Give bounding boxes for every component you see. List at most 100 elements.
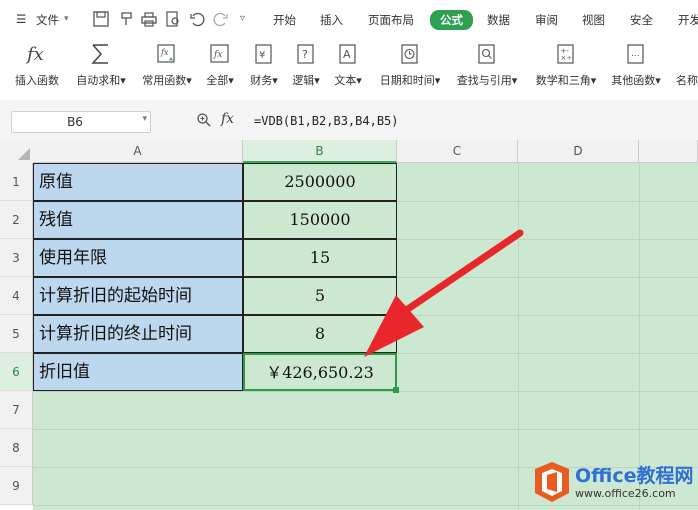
column-header-c[interactable]: C [397, 140, 518, 163]
date-time-button[interactable]: 日期和时间▾ [374, 40, 446, 96]
row-header-1[interactable]: 1 [0, 163, 33, 201]
gridline [33, 391, 698, 392]
row-header-9[interactable]: 9 [0, 467, 33, 505]
row-header-2[interactable]: 2 [0, 201, 33, 239]
menu-bar: ☰ 文件 ▾ ▿ 开始 插入 页面布局 公式 数据 审阅 视图 安全 开发 [0, 0, 698, 38]
select-all-corner[interactable] [0, 140, 34, 164]
watermark-brand: Office教程网 [575, 465, 694, 487]
file-menu[interactable]: 文件 [36, 12, 59, 28]
more-functions-button[interactable]: ... 其他函数▾ [606, 40, 666, 96]
format-painter-icon[interactable] [118, 10, 136, 28]
redo-icon[interactable] [212, 10, 230, 28]
column-header-d[interactable]: D [518, 140, 639, 163]
tab-formulas[interactable]: 公式 [430, 10, 473, 30]
tab-home[interactable]: 开始 [273, 12, 296, 28]
formulas-ribbon: fx 插入函数 自动求和▾ fx 常用函数▾ fx 全部▾ ¥ 财务▾ ? 逻辑… [0, 38, 698, 101]
save-icon[interactable] [92, 10, 110, 28]
row-header-7[interactable]: 7 [0, 391, 33, 429]
column-header-e[interactable] [639, 140, 698, 163]
search-reference-icon [478, 44, 495, 64]
svg-text:?: ? [302, 48, 308, 61]
svg-text:...: ... [631, 49, 640, 59]
tab-insert[interactable]: 插入 [320, 12, 343, 28]
name-manager-button[interactable]: 名称 [676, 40, 698, 96]
autosum-label: 自动求和 [76, 74, 121, 87]
finance-book-icon: ¥ [255, 44, 272, 64]
watermark-url: www.office26.com [575, 487, 676, 500]
logic-question-icon: ? [297, 44, 314, 64]
chevron-down-icon[interactable]: ▾ [142, 114, 147, 124]
lookup-reference-label: 查找与引用 [456, 74, 512, 87]
print-preview-icon[interactable] [164, 10, 182, 28]
svg-text:fx: fx [160, 48, 169, 57]
all-functions-icon: fx [210, 44, 229, 63]
finance-label: 财务 [250, 74, 273, 87]
name-manager-label: 名称 [676, 74, 698, 87]
zoom-search-icon[interactable] [196, 112, 212, 128]
customize-dropdown-icon[interactable]: ▿ [240, 13, 245, 24]
all-functions-label: 全部 [206, 74, 229, 87]
office26-watermark: Office教程网 www.office26.com [533, 459, 695, 507]
common-functions-button[interactable]: fx 常用函数▾ [136, 40, 198, 96]
formula-bar: B6 ▾ fx =VDB(B1,B2,B3,B4,B5) [0, 100, 698, 141]
text-button[interactable]: A 文本▾ [328, 40, 368, 96]
tab-view[interactable]: 视图 [582, 12, 605, 28]
undo-icon[interactable] [188, 10, 206, 28]
row-header-8[interactable]: 8 [0, 429, 33, 467]
annotation-arrow-icon [364, 229, 524, 357]
chevron-down-icon[interactable]: ▾ [64, 14, 69, 24]
tab-security[interactable]: 安全 [630, 12, 653, 28]
name-box[interactable]: B6 ▾ [11, 111, 151, 133]
math-trig-icon: +-×÷ [557, 44, 574, 64]
cell-a3[interactable]: 使用年限 [33, 239, 243, 277]
autosum-button[interactable]: 自动求和▾ [70, 40, 132, 96]
svg-text:fx: fx [213, 50, 222, 60]
more-functions-icon: ... [627, 44, 644, 64]
column-header-a[interactable]: A [33, 140, 243, 163]
fx-button[interactable]: fx [221, 111, 234, 127]
tab-page-layout[interactable]: 页面布局 [368, 12, 414, 28]
svg-text:¥: ¥ [259, 50, 265, 61]
logic-button[interactable]: ? 逻辑▾ [286, 40, 326, 96]
office-logo-icon [535, 462, 569, 502]
math-trig-label: 数学和三角 [535, 74, 591, 87]
row-header-3[interactable]: 3 [0, 239, 33, 277]
common-functions-label: 常用函数 [142, 74, 187, 87]
text-label: 文本 [334, 74, 357, 87]
print-icon[interactable] [140, 10, 158, 28]
cell-a1[interactable]: 原值 [33, 163, 243, 201]
row-header-6[interactable]: 6 [0, 353, 33, 391]
fill-handle[interactable] [393, 387, 399, 393]
logic-label: 逻辑 [292, 74, 315, 87]
math-trig-button[interactable]: +- ×÷ 数学和三角▾ [528, 40, 604, 96]
cell-reference: B6 [67, 115, 83, 129]
date-time-label: 日期和时间 [379, 74, 435, 87]
clock-icon [401, 44, 418, 64]
svg-text:fx: fx [25, 44, 44, 65]
hamburger-icon[interactable]: ☰ [16, 12, 26, 26]
cell-b1[interactable]: 2500000 [243, 163, 397, 201]
column-header-b[interactable]: B [243, 140, 397, 163]
formula-input[interactable]: =VDB(B1,B2,B3,B4,B5) [254, 114, 399, 128]
gridline [639, 163, 640, 510]
tab-data[interactable]: 数据 [487, 12, 510, 28]
cell-a6[interactable]: 折旧值 [33, 353, 243, 391]
insert-function-button[interactable]: fx 插入函数 [8, 40, 66, 96]
finance-button[interactable]: ¥ 财务▾ [244, 40, 284, 96]
star-function-icon: fx [157, 44, 175, 63]
more-functions-label: 其他函数 [611, 74, 656, 87]
lookup-reference-button[interactable]: 查找与引用▾ [450, 40, 524, 96]
text-a-icon: A [339, 44, 356, 64]
cell-a5[interactable]: 计算折旧的终止时间 [33, 315, 243, 353]
svg-text:A: A [343, 48, 351, 61]
svg-text:×÷: ×÷ [561, 54, 573, 62]
sigma-icon [91, 44, 108, 64]
row-header-5[interactable]: 5 [0, 315, 33, 353]
row-header-4[interactable]: 4 [0, 277, 33, 315]
cell-a2[interactable]: 残值 [33, 201, 243, 239]
cell-a4[interactable]: 计算折旧的起始时间 [33, 277, 243, 315]
corner-triangle-icon [18, 148, 30, 160]
tab-developer[interactable]: 开发 [678, 12, 698, 28]
all-functions-button[interactable]: fx 全部▾ [200, 40, 240, 96]
tab-review[interactable]: 审阅 [535, 12, 558, 28]
